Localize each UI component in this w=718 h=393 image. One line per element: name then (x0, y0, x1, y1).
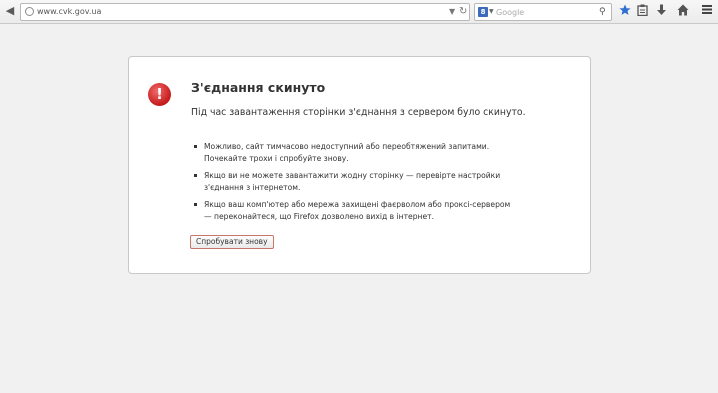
search-input[interactable] (496, 6, 596, 18)
suggestion-list: Можливо, сайт тимчасово недоступний або … (191, 141, 581, 228)
error-description: Під час завантаження сторінки з'єднання … (191, 107, 526, 118)
suggestion-line: з'єднання з інтернетом. (204, 183, 301, 192)
download-arrow-graphic (656, 4, 666, 15)
suggestion-line: Почекайте трохи і спробуйте знову. (204, 154, 349, 163)
magnifier-icon[interactable]: ⚲ (599, 6, 606, 18)
search-engine-icon[interactable]: 8 (478, 7, 488, 17)
suggestion-item: Якщо ваш комп'ютер або мережа захищені ф… (191, 199, 581, 223)
suggestion-item: Якщо ви не можете завантажити жодну стор… (191, 170, 581, 194)
hamburger-icon[interactable] (700, 4, 714, 18)
back-arrow-icon[interactable]: ◀ (3, 4, 17, 18)
bullet-icon (194, 174, 197, 177)
error-title: З'єднання скинуто (191, 80, 326, 95)
retry-button[interactable]: Спробувати знову (190, 235, 274, 249)
download-arrow-icon[interactable] (654, 4, 668, 18)
chevron-down-icon[interactable]: ▼ (449, 6, 455, 18)
bullet-icon (194, 203, 197, 206)
star-icon[interactable] (618, 4, 632, 18)
suggestion-item: Можливо, сайт тимчасово недоступний або … (191, 141, 581, 165)
url-text[interactable]: www.cvk.gov.ua (37, 6, 101, 18)
search-bar[interactable]: 8 ▼ ⚲ (474, 3, 612, 21)
browser-toolbar: ◀ www.cvk.gov.ua ▼ ↻ 8 ▼ ⚲ (0, 0, 718, 24)
hamburger-icon-graphic (702, 5, 712, 14)
bullet-icon (194, 145, 197, 148)
alert-icon: ! (148, 83, 171, 106)
reload-icon[interactable]: ↻ (459, 5, 467, 18)
home-icon[interactable] (676, 4, 690, 18)
clipboard-icon[interactable] (635, 4, 649, 18)
error-card: ! З'єднання скинуто Під час завантаження… (128, 56, 591, 274)
suggestion-line: Якщо ви не можете завантажити жодну стор… (204, 171, 501, 180)
suggestion-line: — переконайтеся, що Firefox дозволено ви… (204, 212, 434, 221)
clipboard-icon-graphic (636, 4, 648, 17)
engine-dropdown-icon[interactable]: ▼ (489, 7, 494, 17)
globe-icon[interactable] (25, 7, 34, 16)
home-icon-graphic (677, 4, 689, 16)
star-icon-graphic (619, 4, 631, 15)
address-bar[interactable]: www.cvk.gov.ua ▼ ↻ (20, 3, 470, 21)
suggestion-line: Якщо ваш комп'ютер або мережа захищені ф… (204, 200, 511, 209)
suggestion-line: Можливо, сайт тимчасово недоступний або … (204, 142, 490, 151)
